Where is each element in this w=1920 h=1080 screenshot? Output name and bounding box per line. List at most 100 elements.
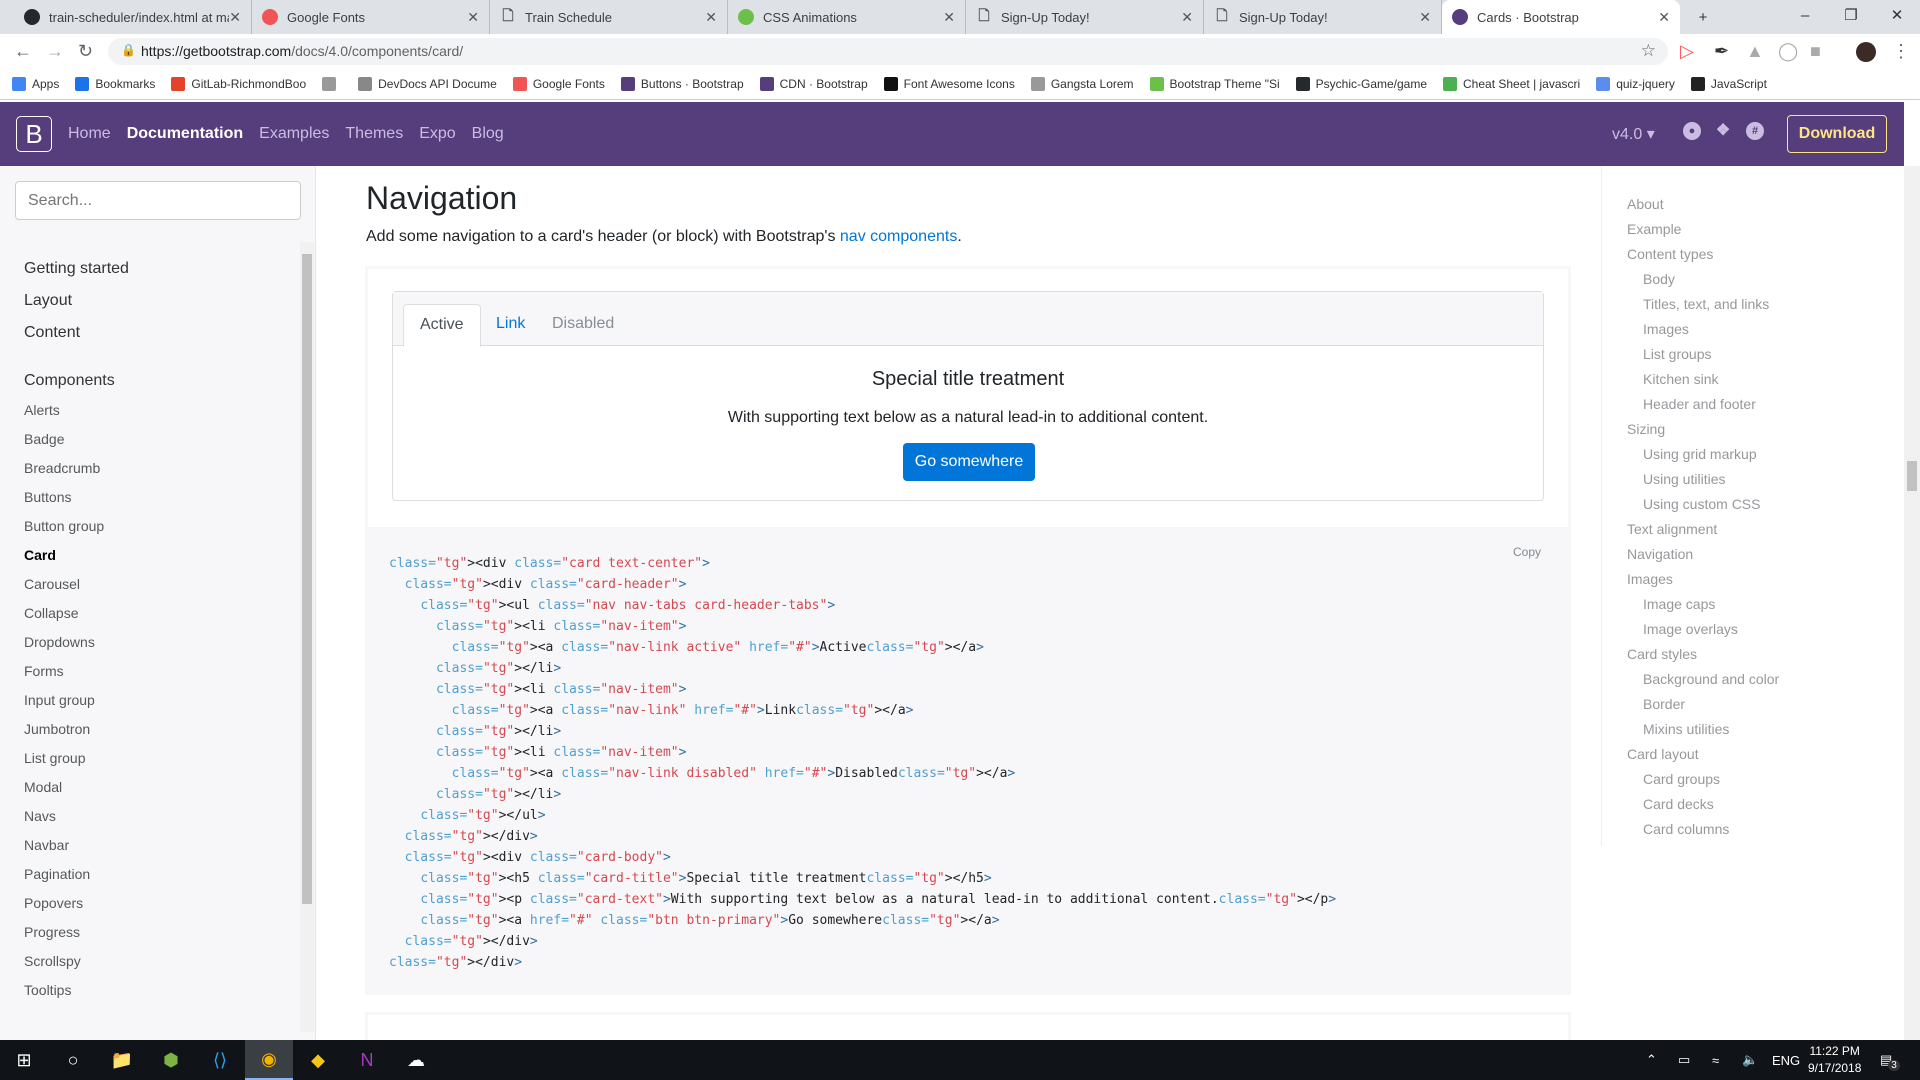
search-icon[interactable]: ○: [49, 1040, 97, 1080]
copy-button[interactable]: Copy: [1513, 545, 1541, 559]
page-scrollbar[interactable]: [1904, 166, 1920, 1040]
toc-item[interactable]: Images: [1643, 321, 1689, 337]
tab-active[interactable]: Active: [403, 304, 481, 347]
browser-tab[interactable]: 🗋 Train Schedule ✕: [490, 0, 728, 34]
close-tab-icon[interactable]: ✕: [1658, 9, 1670, 26]
sidebar-item-jumbotron[interactable]: Jumbotron: [24, 721, 90, 737]
sidebar-item-carousel[interactable]: Carousel: [24, 576, 80, 592]
slack-icon[interactable]: #: [1746, 122, 1764, 140]
gitkraken-icon[interactable]: ◆: [294, 1040, 342, 1080]
bookmark-item[interactable]: GitLab-RichmondBoo: [171, 77, 306, 91]
sidebar-item-list-group[interactable]: List group: [24, 750, 85, 766]
bookmark-item[interactable]: Psychic-Game/game: [1295, 77, 1427, 91]
sidebar-item-popovers[interactable]: Popovers: [24, 895, 83, 911]
go-somewhere-button[interactable]: Go somewhere: [903, 443, 1035, 481]
menu-icon[interactable]: ⋮: [1892, 41, 1910, 62]
onenote-icon[interactable]: N: [343, 1040, 391, 1080]
vscode-icon[interactable]: ⟨⟩: [196, 1040, 244, 1080]
wifi-icon[interactable]: ≈: [1712, 1040, 1719, 1080]
bookmark-star-icon[interactable]: ☆: [1641, 41, 1656, 61]
browser-tab[interactable]: 🗋 Sign-Up Today! ✕: [966, 0, 1204, 34]
battery-icon[interactable]: ▭: [1678, 1040, 1690, 1080]
sidebar-item-alerts[interactable]: Alerts: [24, 402, 60, 418]
toc-item[interactable]: Image overlays: [1643, 621, 1738, 637]
sidebar-item-breadcrumb[interactable]: Breadcrumb: [24, 460, 100, 476]
bookmark-item[interactable]: Cheat Sheet | javascri: [1443, 77, 1580, 91]
browser-tab[interactable]: Cards · Bootstrap ✕: [1442, 0, 1680, 34]
sidebar-group-components[interactable]: Components: [24, 372, 115, 390]
sidebar-group-layout[interactable]: Layout: [24, 292, 72, 310]
bookmark-item[interactable]: Font Awesome Icons: [883, 77, 1015, 91]
sidebar-item-scrollspy[interactable]: Scrollspy: [24, 953, 81, 969]
android-studio-icon[interactable]: ⬢: [147, 1040, 195, 1080]
version-dropdown[interactable]: v4.0 ▾: [1612, 124, 1655, 144]
toc-item[interactable]: Using custom CSS: [1643, 496, 1760, 512]
toc-item[interactable]: Using utilities: [1643, 471, 1725, 487]
sidebar-item-navs[interactable]: Navs: [24, 808, 56, 824]
extension-icon[interactable]: ◯: [1778, 41, 1798, 62]
bookmark-item[interactable]: JavaScript: [1690, 77, 1767, 91]
nav-components-link[interactable]: nav components: [840, 228, 957, 245]
toc-item[interactable]: About: [1627, 196, 1664, 212]
close-tab-icon[interactable]: ✕: [467, 9, 479, 26]
windows-start-icon[interactable]: ⊞: [0, 1040, 48, 1080]
profile-avatar[interactable]: [1856, 42, 1876, 62]
eyedropper-extension-icon[interactable]: ✒: [1714, 41, 1729, 62]
bookmark-item[interactable]: Buttons · Bootstrap: [620, 77, 744, 91]
nav-link-expo[interactable]: Expo: [419, 125, 455, 143]
chrome-icon[interactable]: ◉: [245, 1040, 293, 1080]
toc-item[interactable]: Navigation: [1627, 546, 1693, 562]
file-explorer-icon[interactable]: 📁: [98, 1040, 146, 1080]
sidebar-group-content[interactable]: Content: [24, 324, 80, 342]
bookmark-item[interactable]: CDN · Bootstrap: [759, 77, 868, 91]
sidebar-item-badge[interactable]: Badge: [24, 431, 64, 447]
sidebar-item-progress[interactable]: Progress: [24, 924, 80, 940]
close-tab-icon[interactable]: ✕: [1419, 9, 1431, 26]
forward-icon[interactable]: →: [46, 41, 64, 62]
drive-extension-icon[interactable]: ▲: [1746, 41, 1764, 62]
close-tab-icon[interactable]: ✕: [1181, 9, 1193, 26]
toc-item[interactable]: Card styles: [1627, 646, 1697, 662]
notification-center-icon[interactable]: ▤ 3: [1880, 1040, 1900, 1080]
close-tab-icon[interactable]: ✕: [943, 9, 955, 26]
close-tab-icon[interactable]: ✕: [705, 9, 717, 26]
toc-item[interactable]: Kitchen sink: [1643, 371, 1718, 387]
sidebar-item-collapse[interactable]: Collapse: [24, 605, 78, 621]
toc-item[interactable]: Titles, text, and links: [1643, 296, 1769, 312]
toc-item[interactable]: Text alignment: [1627, 521, 1717, 537]
toc-item[interactable]: Border: [1643, 696, 1685, 712]
sidebar-item-modal[interactable]: Modal: [24, 779, 62, 795]
sidebar-item-dropdowns[interactable]: Dropdowns: [24, 634, 95, 650]
bookmark-item[interactable]: Google Fonts: [512, 77, 605, 91]
bookmark-item[interactable]: Gangsta Lorem: [1030, 77, 1134, 91]
minimize-button[interactable]: –: [1782, 0, 1828, 30]
nav-link-themes[interactable]: Themes: [345, 125, 403, 143]
browser-tab[interactable]: Google Fonts ✕: [252, 0, 490, 34]
browser-tab[interactable]: 🗋 Sign-Up Today! ✕: [1204, 0, 1442, 34]
bookmark-item[interactable]: Bootstrap Theme "Si: [1149, 77, 1280, 91]
bookmark-item[interactable]: [322, 77, 342, 91]
toc-item[interactable]: Image caps: [1643, 596, 1715, 612]
bookmark-item[interactable]: Apps: [12, 77, 59, 91]
new-tab-button[interactable]: +: [1680, 2, 1726, 32]
bookmark-item[interactable]: quiz-jquery: [1596, 77, 1675, 91]
toc-item[interactable]: Card groups: [1643, 771, 1720, 787]
extension-icon[interactable]: ■: [1810, 41, 1821, 62]
toc-item[interactable]: Content types: [1627, 246, 1713, 262]
back-icon[interactable]: ←: [14, 41, 32, 62]
nav-link-documentation[interactable]: Documentation: [127, 125, 243, 143]
sidebar-item-pagination[interactable]: Pagination: [24, 866, 90, 882]
toc-item[interactable]: Example: [1627, 221, 1681, 237]
scrollbar-thumb[interactable]: [302, 254, 312, 904]
toc-item[interactable]: Card columns: [1643, 821, 1729, 837]
toc-item[interactable]: Images: [1627, 571, 1673, 587]
github-icon[interactable]: ●: [1683, 122, 1701, 140]
sidebar-item-tooltips[interactable]: Tooltips: [24, 982, 71, 998]
bookmark-item[interactable]: DevDocs API Docume: [358, 77, 497, 91]
twitter-icon[interactable]: ❖: [1714, 122, 1732, 140]
tray-chevron-icon[interactable]: ⌃: [1646, 1040, 1657, 1080]
toc-item[interactable]: Background and color: [1643, 671, 1779, 687]
sidebar-item-buttons[interactable]: Buttons: [24, 489, 71, 505]
close-tab-icon[interactable]: ✕: [229, 9, 241, 26]
toc-item[interactable]: Card decks: [1643, 796, 1714, 812]
